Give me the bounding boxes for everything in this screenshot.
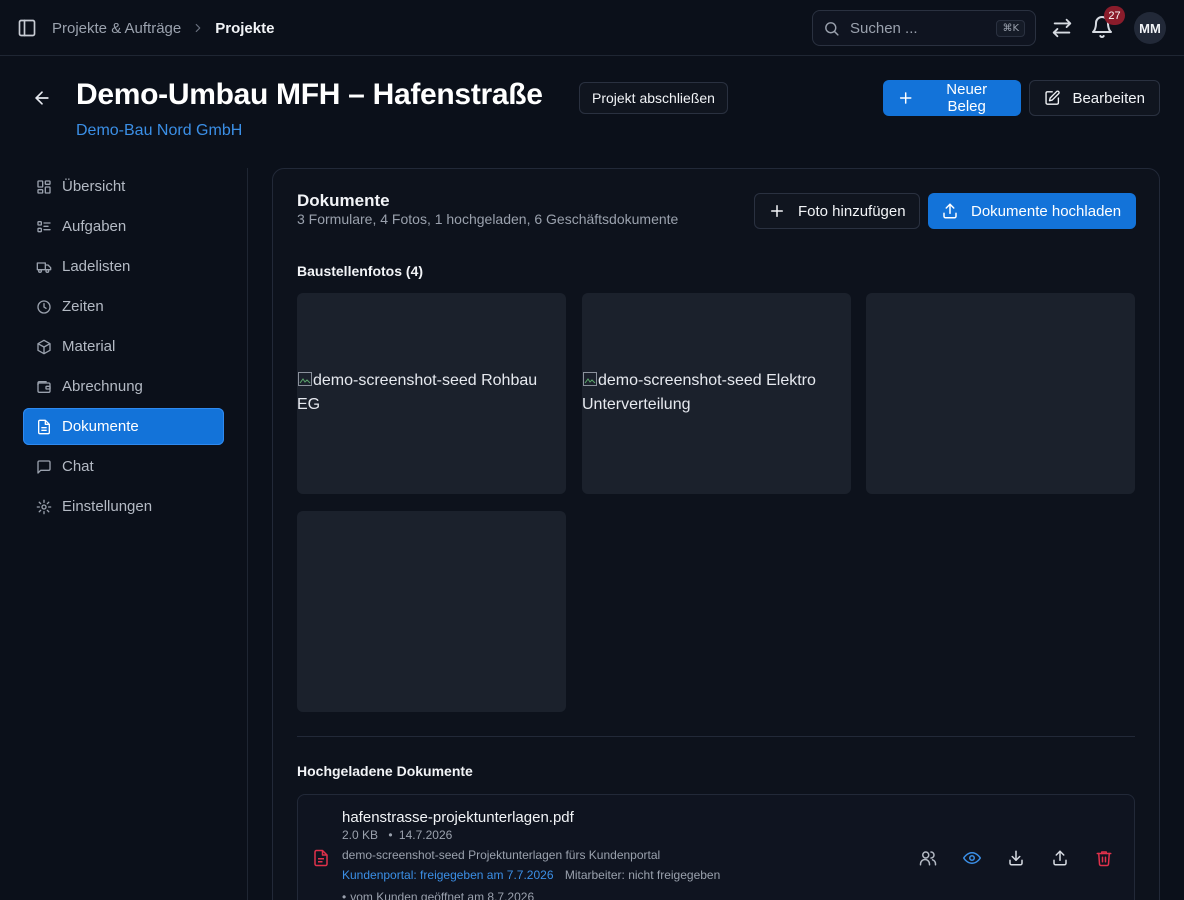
nav-item-label: Dokumente bbox=[62, 418, 139, 435]
file-size: 2.0 KB bbox=[342, 828, 379, 842]
pdf-file-icon bbox=[312, 849, 330, 867]
photo-alt-text: demo-screenshot-seed Rohbau EG bbox=[297, 372, 538, 413]
clock-icon bbox=[36, 299, 52, 315]
section-divider bbox=[297, 736, 1135, 737]
chevron-right-icon bbox=[191, 21, 205, 35]
nav-item-material[interactable]: Material bbox=[23, 328, 224, 365]
notification-badge: 27 bbox=[1104, 6, 1125, 25]
project-nav: Übersicht Aufgaben Ladelisten Zeiten Mat… bbox=[23, 168, 224, 528]
file-name[interactable]: hafenstrasse-projektunterlagen.pdf bbox=[342, 809, 574, 826]
eye-icon[interactable] bbox=[963, 849, 981, 867]
search-input[interactable]: Suchen ... ⌘K bbox=[812, 10, 1036, 46]
site-photo[interactable]: demo-screenshot-seed Rohbau EG bbox=[297, 293, 566, 494]
dashboard-icon bbox=[36, 179, 52, 195]
package-icon bbox=[36, 339, 52, 355]
close-project-button[interactable]: Projekt abschließen bbox=[579, 82, 728, 114]
file-share-status: Kundenportal: freigegeben am 7.7.2026 Mi… bbox=[342, 868, 720, 882]
nav-item-label: Chat bbox=[62, 458, 94, 475]
edit-icon bbox=[1044, 89, 1060, 107]
broken-image-icon bbox=[297, 371, 313, 387]
search-shortcut: ⌘K bbox=[996, 19, 1025, 37]
truck-icon bbox=[36, 259, 52, 275]
breadcrumb-projects: Projekte bbox=[215, 19, 275, 37]
switch-arrows-icon[interactable] bbox=[1051, 17, 1073, 39]
documents-card: Dokumente 3 Formulare, 4 Fotos, 1 hochge… bbox=[272, 168, 1160, 900]
page-title: Demo-Umbau MFH – Hafenstraße bbox=[76, 78, 543, 111]
upload-documents-label: Dokumente hochladen bbox=[971, 202, 1122, 220]
staff-status: Mitarbeiter: nicht freigegeben bbox=[564, 868, 721, 882]
breadcrumb: Projekte & Aufträge Projekte bbox=[52, 0, 274, 56]
file-meta: 2.0 KB • 14.7.2026 bbox=[342, 828, 452, 842]
site-photo[interactable] bbox=[297, 511, 566, 712]
nav-item-settings[interactable]: Einstellungen bbox=[23, 488, 224, 525]
list-checks-icon bbox=[36, 219, 52, 235]
plus-icon bbox=[768, 202, 786, 220]
documents-title: Dokumente bbox=[297, 191, 390, 210]
new-document-button[interactable]: Neuer Beleg bbox=[883, 80, 1021, 116]
notifications-button[interactable]: 27 bbox=[1090, 6, 1125, 39]
file-date: 14.7.2026 bbox=[398, 828, 453, 842]
plus-icon bbox=[897, 89, 914, 107]
upload-documents-button[interactable]: Dokumente hochladen bbox=[928, 193, 1136, 229]
file-row: hafenstrasse-projektunterlagen.pdf 2.0 K… bbox=[297, 794, 1135, 900]
photo-alt-text: demo-screenshot-seed Elektro Untervertei… bbox=[582, 372, 816, 413]
uploaded-documents-title: Hochgeladene Dokumente bbox=[297, 763, 473, 779]
wallet-icon bbox=[36, 379, 52, 395]
file-description: demo-screenshot-seed Projektunterlagen f… bbox=[342, 848, 661, 862]
back-arrow-icon[interactable] bbox=[32, 88, 52, 108]
nav-item-documents[interactable]: Dokumente bbox=[23, 408, 224, 445]
upload-icon bbox=[941, 202, 959, 220]
nav-item-label: Übersicht bbox=[62, 178, 126, 195]
customer-link[interactable]: Demo-Bau Nord GmbH bbox=[76, 122, 242, 140]
nav-item-label: Abrechnung bbox=[62, 378, 143, 395]
nav-item-tasks[interactable]: Aufgaben bbox=[23, 208, 224, 245]
add-photo-label: Foto hinzufügen bbox=[798, 202, 906, 220]
meta-bullet: • bbox=[388, 828, 393, 842]
nav-item-loading-lists[interactable]: Ladelisten bbox=[23, 248, 224, 285]
share-icon[interactable] bbox=[1051, 849, 1069, 867]
search-icon bbox=[823, 20, 840, 37]
document-icon bbox=[36, 419, 52, 435]
nav-item-label: Aufgaben bbox=[62, 218, 127, 235]
nav-item-billing[interactable]: Abrechnung bbox=[23, 368, 224, 405]
trash-icon[interactable] bbox=[1095, 849, 1113, 867]
gear-icon bbox=[36, 499, 52, 515]
breadcrumb-projects-orders[interactable]: Projekte & Aufträge bbox=[52, 20, 181, 37]
nav-item-times[interactable]: Zeiten bbox=[23, 288, 224, 325]
sidebar-divider bbox=[247, 168, 248, 900]
site-photos-title: Baustellenfotos (4) bbox=[297, 263, 424, 279]
search-placeholder: Suchen ... bbox=[850, 19, 918, 37]
nav-item-label: Ladelisten bbox=[62, 258, 131, 275]
nav-item-label: Material bbox=[62, 338, 116, 355]
add-photo-button[interactable]: Foto hinzufügen bbox=[754, 193, 920, 229]
file-opened-status: • vom Kunden geöffnet am 8.7.2026 bbox=[342, 890, 534, 900]
documents-summary: 3 Formulare, 4 Fotos, 1 hochgeladen, 6 G… bbox=[297, 211, 679, 227]
nav-item-label: Einstellungen bbox=[62, 498, 153, 515]
top-bar: Projekte & Aufträge Projekte Suchen ... … bbox=[0, 0, 1184, 56]
portal-status-link[interactable]: Kundenportal: freigegeben am 7.7.2026 bbox=[342, 868, 554, 882]
broken-image-icon bbox=[582, 371, 598, 387]
sidebar-toggle-icon[interactable] bbox=[17, 18, 37, 38]
nav-item-label: Zeiten bbox=[62, 298, 104, 315]
nav-item-chat[interactable]: Chat bbox=[23, 448, 224, 485]
nav-item-overview[interactable]: Übersicht bbox=[23, 168, 224, 205]
download-icon[interactable] bbox=[1007, 849, 1025, 867]
site-photo[interactable]: demo-screenshot-seed Elektro Untervertei… bbox=[582, 293, 851, 494]
edit-button[interactable]: Bearbeiten bbox=[1029, 80, 1160, 116]
opened-text: vom Kunden geöffnet am 8.7.2026 bbox=[350, 890, 535, 900]
edit-label: Bearbeiten bbox=[1072, 89, 1145, 107]
avatar[interactable]: MM bbox=[1134, 12, 1166, 44]
site-photo[interactable] bbox=[866, 293, 1135, 494]
users-share-icon[interactable] bbox=[919, 849, 937, 867]
status-bullet: • bbox=[342, 890, 347, 900]
chat-icon bbox=[36, 459, 52, 475]
new-document-label: Neuer Beleg bbox=[946, 81, 988, 115]
